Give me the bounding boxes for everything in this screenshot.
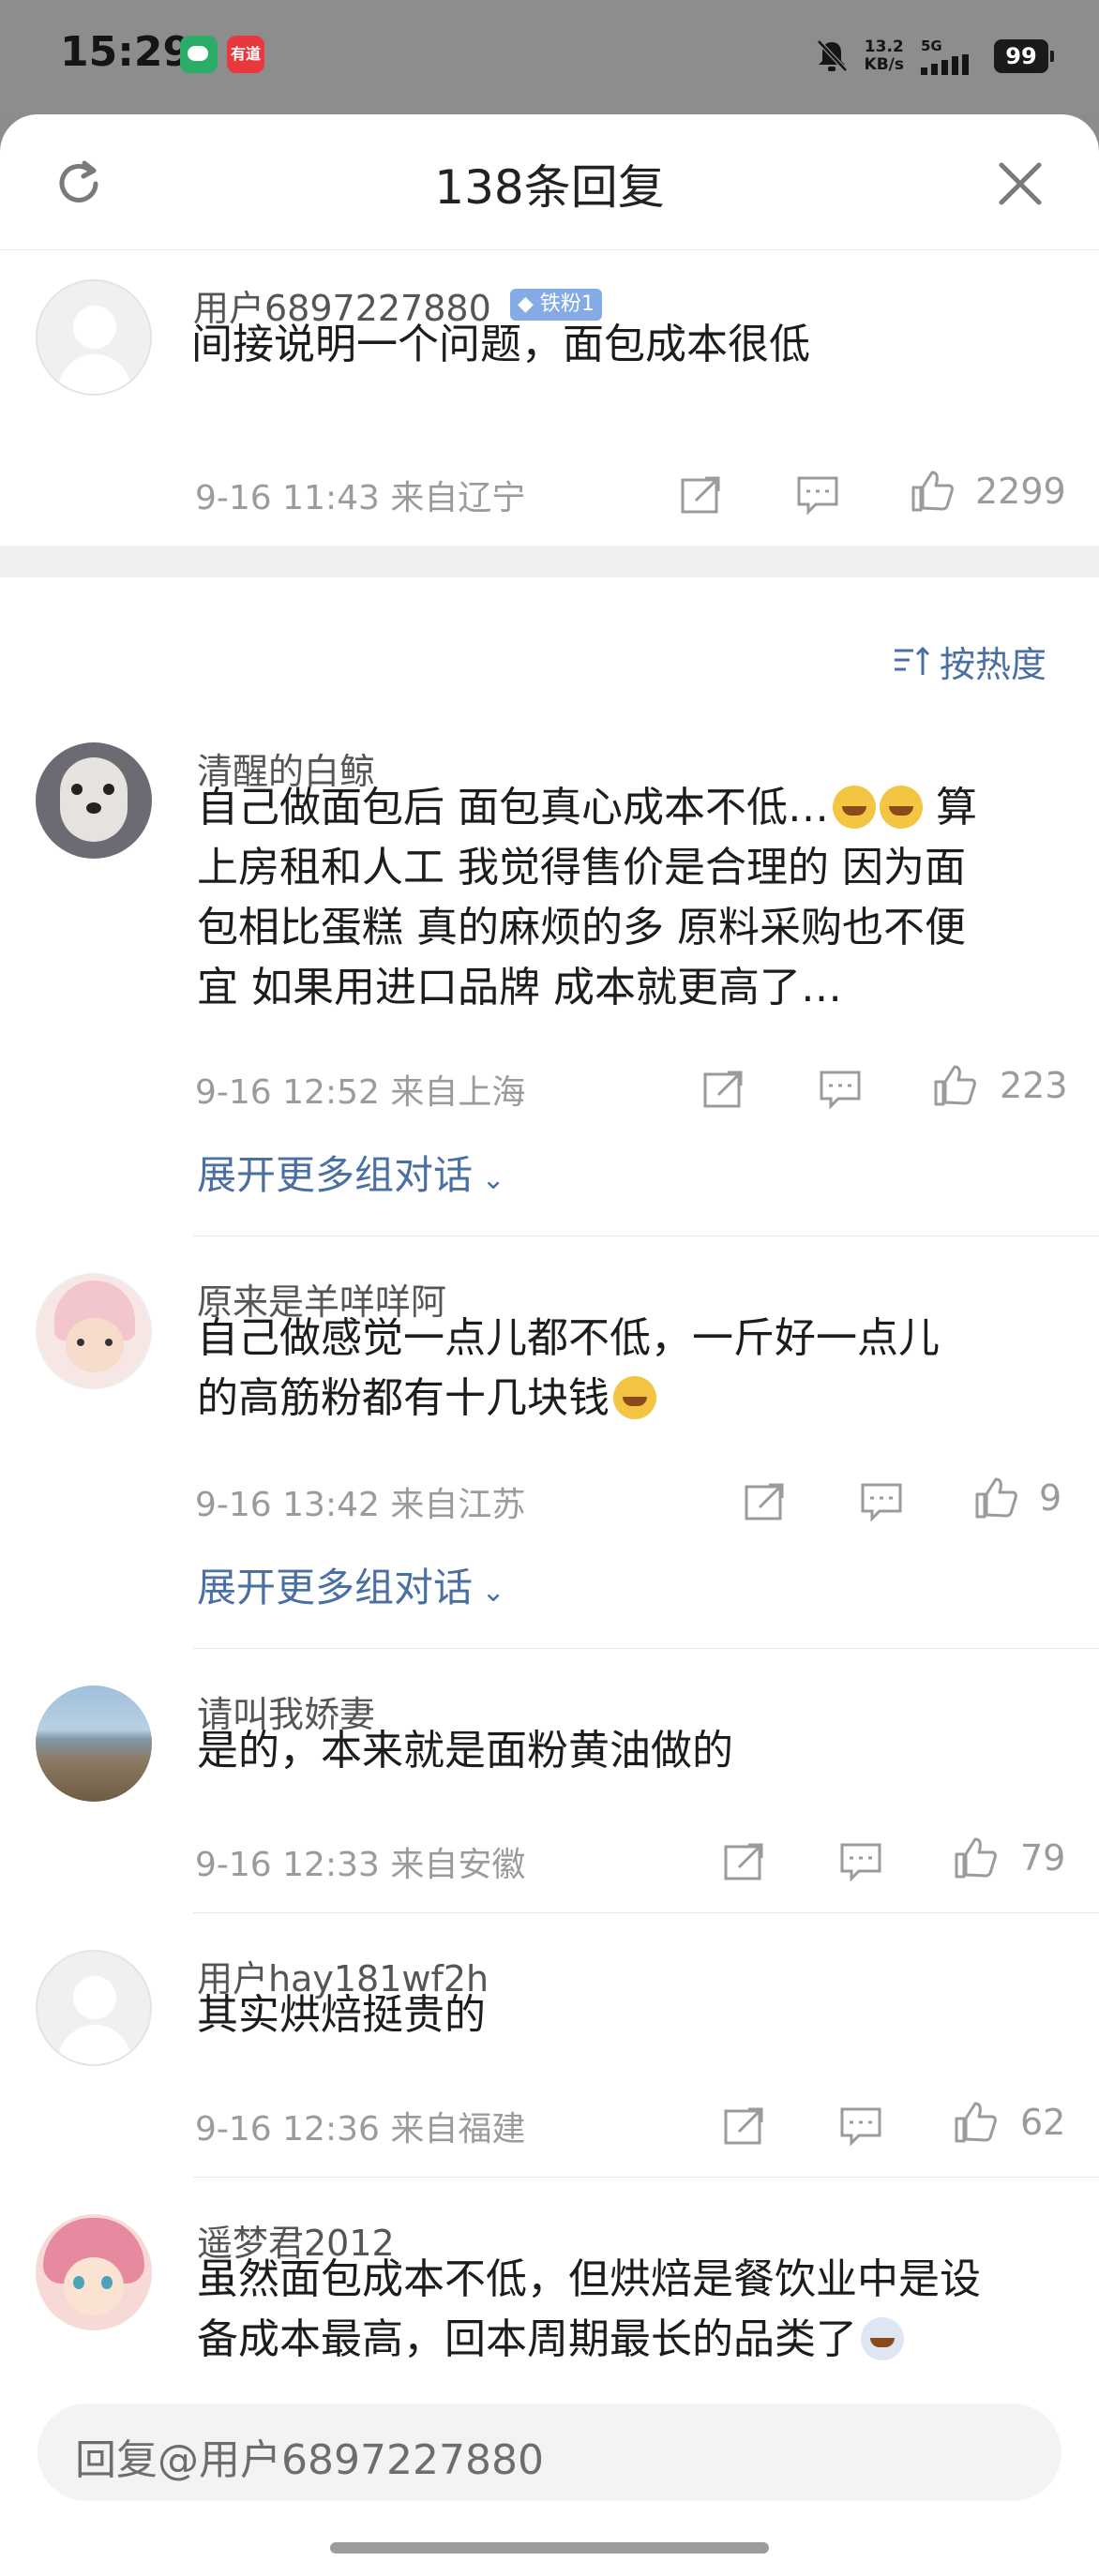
youdao-notification-icon: 有道 — [227, 36, 264, 73]
like-icon[interactable] — [910, 469, 955, 514]
page-title: 138条回复 — [434, 160, 665, 215]
text-line: 是的，本来就是面粉黄油做的 — [197, 1727, 733, 1775]
comment-text: 自己做感觉一点儿都不低，一斤好一点儿 的高筋粉都有十几块钱 — [197, 1309, 1069, 1429]
like-count: 62 — [1020, 2102, 1066, 2143]
laugh-cry-emoji-icon — [833, 786, 876, 829]
like-icon[interactable] — [932, 1063, 977, 1108]
avatar[interactable] — [36, 279, 152, 396]
share-icon[interactable] — [743, 1479, 788, 1524]
expand-conversation-link[interactable]: 展开更多组对话 ⌄ — [197, 1144, 505, 1201]
share-icon[interactable] — [679, 472, 724, 517]
comment-meta: 9-16 12:36 来自福建 — [195, 2110, 526, 2149]
comment-text: 其实烘焙挺贵的 — [197, 1985, 1069, 2045]
crying-emoji-icon — [861, 2317, 904, 2360]
wechat-notification-icon — [180, 36, 218, 73]
like-icon[interactable] — [973, 1475, 1018, 1520]
like-count: 2299 — [975, 471, 1066, 512]
share-icon[interactable] — [722, 1839, 767, 1884]
like-icon[interactable] — [953, 2100, 998, 2145]
avatar[interactable] — [36, 2214, 152, 2330]
network-speed: 13.2 KB/s — [864, 37, 904, 74]
avatar[interactable] — [36, 742, 152, 859]
comment-meta: 9-16 11:43 来自辽宁 — [195, 479, 526, 517]
signal-indicator: 5G — [921, 37, 977, 75]
reply-input[interactable]: 回复@用户6897227880 — [38, 2404, 1061, 2501]
text-line: 宜 如果用进口品牌 成本就更高了… — [197, 964, 842, 1011]
comment-text: 是的，本来就是面粉黄油做的 — [197, 1721, 1069, 1781]
signal-bars-icon — [921, 54, 969, 75]
mute-bell-icon — [816, 39, 848, 72]
text-line: 虽然面包成本不低，但烘焙是餐饮业中是设 — [197, 2255, 981, 2303]
avatar[interactable] — [36, 1950, 152, 2066]
share-icon[interactable] — [722, 2104, 767, 2149]
comment-meta: 9-16 12:33 来自安徽 — [195, 1846, 526, 1884]
status-bar: 15:29 有道 13.2 KB/s 5G 99 — [0, 0, 1099, 114]
sheet-header: 138条回复 — [0, 114, 1099, 250]
home-indicator[interactable] — [330, 2542, 769, 2554]
avatar[interactable] — [36, 1685, 152, 1802]
comment-icon[interactable] — [795, 472, 840, 517]
sort-label: 按热度 — [939, 644, 1046, 685]
text-line: 包相比蛋糕 真的麻烦的多 原料采购也不便 — [197, 904, 966, 951]
expand-conversation-link[interactable]: 展开更多组对话 ⌄ — [197, 1556, 505, 1613]
like-icon[interactable] — [953, 1835, 998, 1880]
signal-type: 5G — [921, 37, 942, 54]
avatar[interactable] — [36, 1273, 152, 1389]
laugh-cry-emoji-icon — [880, 786, 923, 829]
text-line: 自己做感觉一点儿都不低，一斤好一点儿 — [197, 1314, 940, 1362]
laugh-cry-emoji-icon — [613, 1376, 656, 1419]
comment-icon[interactable] — [859, 1479, 904, 1524]
text-line: 上房租和人工 我觉得售价是合理的 因为面 — [197, 844, 966, 891]
share-icon[interactable] — [701, 1067, 746, 1112]
text-line: 其实烘焙挺贵的 — [197, 1991, 486, 2039]
reply-input-placeholder: 回复@用户6897227880 — [75, 2436, 544, 2484]
text-line: 备成本最高，回本周期最长的品类了 — [197, 2310, 1069, 2370]
diamond-icon: ◆ — [518, 292, 534, 316]
comment-meta: 9-16 13:42 来自江苏 — [195, 1486, 526, 1524]
sort-icon — [894, 646, 930, 675]
chevron-down-icon: ⌄ — [473, 1163, 505, 1196]
comment-icon[interactable] — [838, 2104, 883, 2149]
comment-text: 间接说明一个问题，面包成本很低 — [191, 321, 810, 368]
divider — [193, 1912, 1099, 1913]
like-count: 223 — [1000, 1065, 1068, 1106]
chevron-down-icon: ⌄ — [473, 1576, 505, 1609]
sort-button[interactable]: 按热度 — [893, 636, 1046, 687]
close-icon[interactable] — [992, 156, 1048, 212]
comment-icon[interactable] — [818, 1067, 863, 1112]
divider — [193, 2177, 1099, 2178]
replies-sheet: 138条回复 用户6897227880 ◆ 铁粉1 间接说明一个问题，面包成本很… — [0, 114, 1099, 2576]
comment-text: 虽然面包成本不低，但烘焙是餐饮业中是设 备成本最高，回本周期最长的品类了 — [197, 2250, 1069, 2370]
divider — [193, 1648, 1099, 1649]
like-count: 9 — [1039, 1477, 1062, 1519]
comment-text: 自己做面包后 面包真心成本不低… 算 上房租和人工 我觉得售价是合理的 因为面 … — [197, 778, 1069, 1018]
status-right-group: 13.2 KB/s 5G 99 — [816, 28, 1054, 84]
text-line: 自己做面包后 面包真心成本不低… 算 — [197, 784, 977, 831]
like-count: 79 — [1020, 1837, 1066, 1879]
status-time: 15:29 — [60, 28, 192, 76]
section-divider — [0, 546, 1099, 577]
comment-meta: 9-16 12:52 来自上海 — [195, 1073, 526, 1112]
comment-icon[interactable] — [838, 1839, 883, 1884]
battery-indicator: 99 — [994, 39, 1054, 73]
text-line: 的高筋粉都有十几块钱 — [197, 1369, 1069, 1429]
